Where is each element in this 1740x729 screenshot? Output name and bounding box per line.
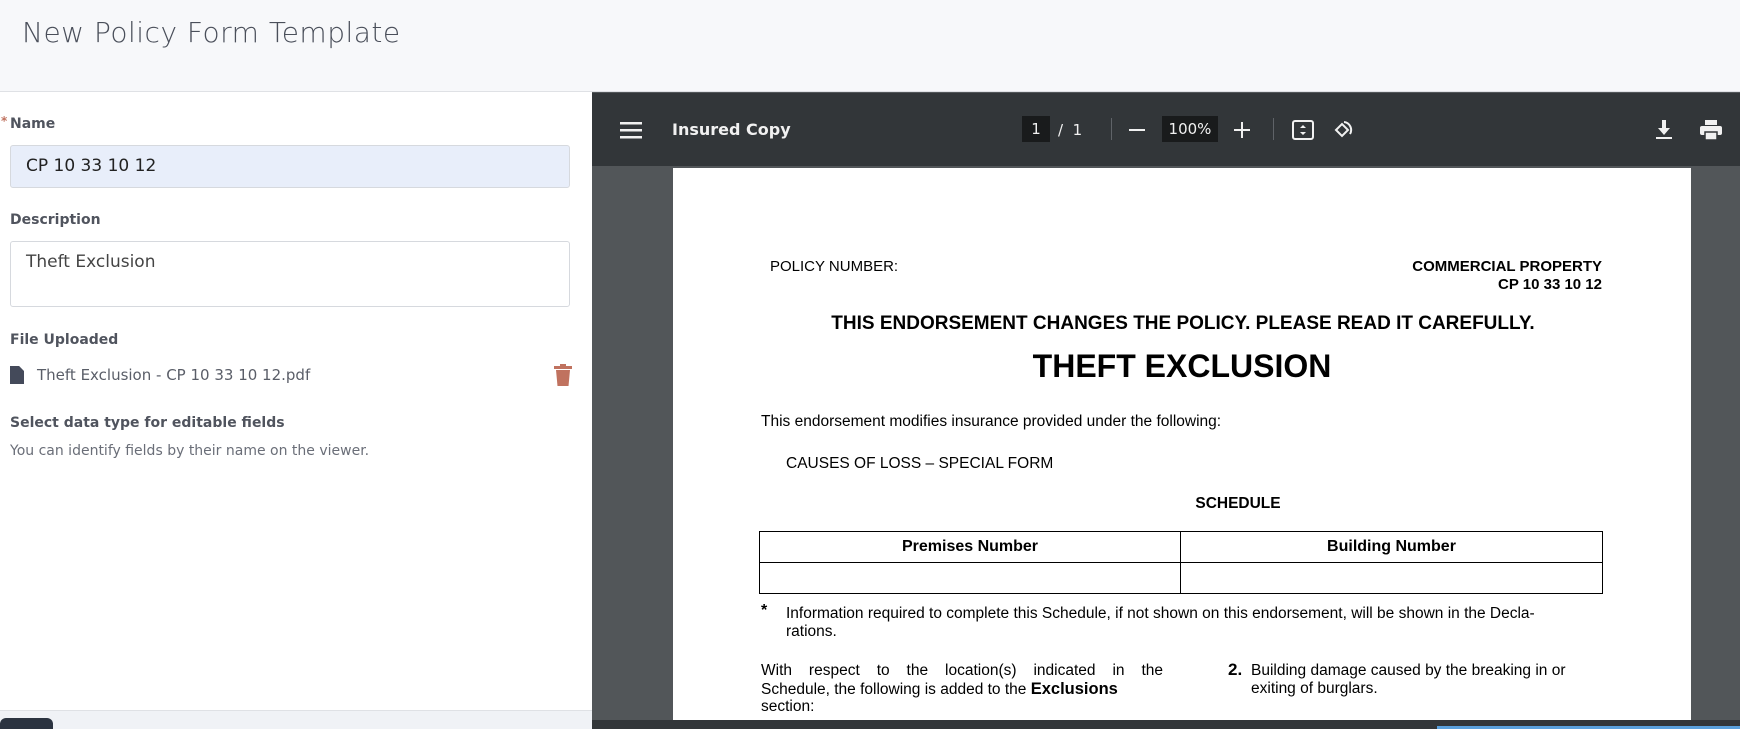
zoom-in-icon[interactable] — [1234, 93, 1250, 166]
file-name[interactable]: Theft Exclusion - CP 10 33 10 12.pdf — [37, 366, 310, 384]
item-number: 2. — [1228, 660, 1243, 679]
line-of-business: COMMERCIAL PROPERTY — [1412, 258, 1602, 275]
schedule-heading: SCHEDULE — [1195, 495, 1281, 512]
page-header: New Policy Form Template — [0, 0, 1740, 92]
endorsement-notice: THIS ENDORSEMENT CHANGES THE POLICY. PLE… — [831, 313, 1535, 334]
schedule-table: Premises Number Building Number — [759, 531, 1603, 594]
table-cell — [759, 562, 1181, 594]
exclusions-term: Exclusions — [1030, 680, 1118, 698]
document-title: Insured Copy — [672, 120, 791, 139]
body-text: section: — [761, 698, 815, 715]
file-uploaded-label: File Uploaded — [10, 332, 119, 348]
item-text: exiting of burglars. — [1251, 680, 1378, 697]
page-separator: / — [1058, 120, 1064, 139]
coverage-form: CAUSES OF LOSS – SPECIAL FORM — [786, 455, 1054, 472]
body-text: Schedule, the following is added to the … — [761, 680, 1118, 699]
form-panel — [0, 93, 592, 729]
item-text: Building damage caused by the breaking i… — [1251, 662, 1566, 679]
name-label-text: Name — [10, 116, 56, 132]
print-icon[interactable] — [1700, 93, 1722, 166]
required-mark: * — [1, 114, 8, 128]
page-title: New Policy Form Template — [22, 16, 401, 49]
download-icon[interactable] — [1656, 93, 1672, 166]
column-header: Building Number — [1180, 531, 1603, 563]
intro-text: This endorsement modifies insurance prov… — [761, 413, 1222, 430]
zoom-out-icon[interactable] — [1129, 93, 1145, 166]
table-cell — [1180, 562, 1603, 594]
footer-tab[interactable] — [0, 718, 53, 729]
divider — [1273, 118, 1274, 140]
zoom-level-input[interactable]: 100% — [1162, 116, 1218, 142]
page-count: / 1 — [1058, 93, 1082, 166]
name-input[interactable]: CP 10 33 10 12 — [10, 145, 570, 188]
page-number-input[interactable]: 1 — [1022, 116, 1050, 142]
form-number: CP 10 33 10 12 — [1498, 276, 1602, 293]
document-title: THEFT EXCLUSION — [1032, 348, 1332, 384]
footer-strip — [0, 710, 592, 729]
data-type-label: Select data type for editable fields — [10, 415, 285, 431]
footnote-mark: * — [761, 602, 768, 619]
pdf-page: POLICY NUMBER: COMMERCIAL PROPERTY CP 10… — [673, 168, 1691, 720]
policy-number-label: POLICY NUMBER: — [770, 258, 899, 275]
delete-file-icon[interactable] — [554, 364, 572, 386]
body-text: With respect to the location(s) indicate… — [761, 662, 1163, 679]
rotate-icon[interactable] — [1332, 93, 1354, 166]
menu-icon[interactable] — [620, 93, 642, 166]
pdf-toolbar: Insured Copy 1 / 1 100% — [592, 93, 1740, 166]
name-label: * Name — [1, 114, 56, 132]
footnote-line: Information required to complete this Sc… — [786, 605, 1535, 622]
footnote-line: rations. — [786, 623, 837, 640]
description-label: Description — [10, 212, 101, 228]
divider — [1111, 118, 1112, 140]
viewer-scroll-area[interactable] — [1691, 166, 1740, 720]
total-pages: 1 — [1072, 120, 1083, 139]
data-type-help: You can identify fields by their name on… — [10, 443, 370, 459]
file-icon — [10, 366, 24, 384]
body-text-part: Schedule, the following is added to the — [761, 681, 1031, 698]
fit-page-icon[interactable] — [1292, 93, 1314, 166]
description-input[interactable]: Theft Exclusion — [10, 241, 570, 307]
uploaded-file-row: Theft Exclusion - CP 10 33 10 12.pdf — [10, 364, 575, 390]
column-header: Premises Number — [759, 531, 1181, 563]
